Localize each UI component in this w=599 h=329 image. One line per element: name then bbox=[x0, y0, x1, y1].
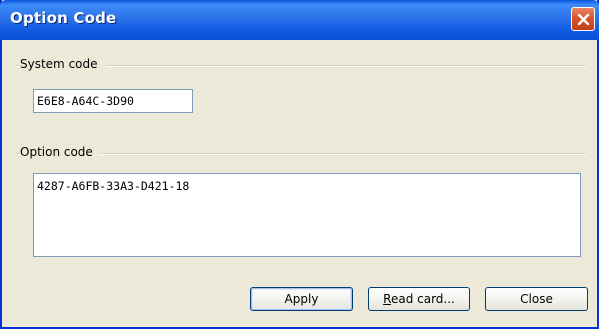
apply-button[interactable]: Apply bbox=[250, 287, 353, 311]
read-card-button[interactable]: Read card... bbox=[368, 287, 470, 311]
option-group-divider bbox=[16, 153, 586, 155]
read-card-label: ead card... bbox=[390, 292, 455, 306]
option-code-dialog: Option Code System code E6E8-A64C-3D90 O… bbox=[0, 0, 599, 329]
close-window-button[interactable] bbox=[571, 7, 595, 31]
system-code-field[interactable]: E6E8-A64C-3D90 bbox=[33, 89, 193, 113]
option-code-label: Option code bbox=[20, 145, 101, 159]
window-title: Option Code bbox=[10, 9, 117, 27]
close-button[interactable]: Close bbox=[485, 287, 588, 311]
close-x-icon bbox=[577, 13, 590, 26]
option-code-field[interactable]: 4287-A6FB-33A3-D421-18 bbox=[33, 173, 581, 257]
read-card-mnemonic: R bbox=[383, 292, 391, 306]
title-bar[interactable]: Option Code bbox=[0, 0, 599, 40]
system-code-label: System code bbox=[20, 57, 106, 71]
